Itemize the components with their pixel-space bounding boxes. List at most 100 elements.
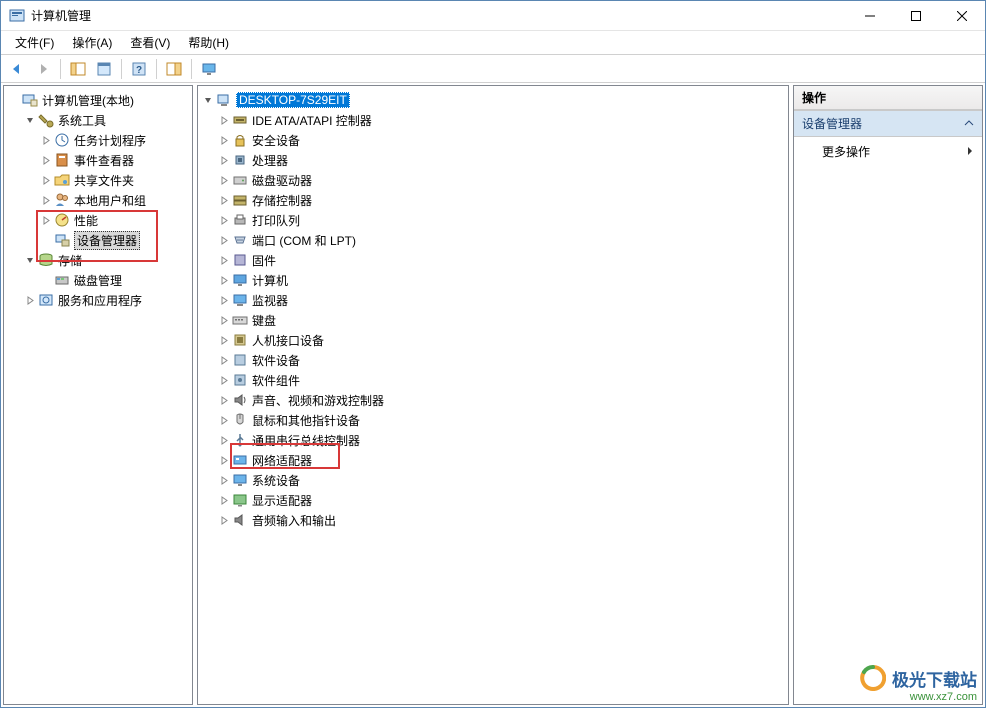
menu-view[interactable]: 查看(V) bbox=[122, 32, 178, 53]
monitor-button[interactable] bbox=[197, 58, 221, 80]
tree-task-scheduler[interactable]: 任务计划程序 bbox=[6, 130, 190, 150]
tree-disk-management[interactable]: 磁盘管理 bbox=[6, 270, 190, 290]
tree-label: 任务计划程序 bbox=[74, 132, 146, 149]
hid-icon bbox=[232, 332, 248, 348]
expand-icon[interactable] bbox=[216, 492, 232, 508]
more-actions[interactable]: 更多操作 bbox=[794, 137, 982, 166]
expand-icon[interactable] bbox=[216, 292, 232, 308]
tree-label: 存储控制器 bbox=[252, 192, 312, 209]
device-keyboard[interactable]: 键盘 bbox=[200, 310, 786, 330]
tree-label: 设备管理器 bbox=[74, 231, 140, 250]
collapse-icon[interactable] bbox=[22, 252, 38, 268]
help-button[interactable]: ? bbox=[127, 58, 151, 80]
tools-icon bbox=[38, 112, 54, 128]
device-disk-drives[interactable]: 磁盘驱动器 bbox=[200, 170, 786, 190]
expand-icon[interactable] bbox=[216, 452, 232, 468]
properties-button[interactable] bbox=[92, 58, 116, 80]
expand-icon[interactable] bbox=[22, 292, 38, 308]
expand-icon[interactable] bbox=[216, 272, 232, 288]
expand-icon[interactable] bbox=[216, 132, 232, 148]
menu-help[interactable]: 帮助(H) bbox=[180, 32, 237, 53]
expand-icon[interactable] bbox=[38, 132, 54, 148]
expand-icon[interactable] bbox=[216, 312, 232, 328]
tree-label: 网络适配器 bbox=[252, 452, 312, 469]
device-sound[interactable]: 声音、视频和游戏控制器 bbox=[200, 390, 786, 410]
collapse-icon bbox=[964, 117, 974, 131]
expand-icon[interactable] bbox=[38, 192, 54, 208]
menu-action[interactable]: 操作(A) bbox=[64, 32, 120, 53]
tree-device-manager[interactable]: 设备管理器 bbox=[6, 230, 190, 250]
device-ports[interactable]: 端口 (COM 和 LPT) bbox=[200, 230, 786, 250]
collapse-icon[interactable] bbox=[200, 92, 216, 108]
device-processor[interactable]: 处理器 bbox=[200, 150, 786, 170]
expand-icon[interactable] bbox=[216, 412, 232, 428]
menubar: 文件(F) 操作(A) 查看(V) 帮助(H) bbox=[1, 31, 985, 55]
device-soft-dev[interactable]: 软件设备 bbox=[200, 350, 786, 370]
storage-ctrl-icon bbox=[232, 192, 248, 208]
expand-icon[interactable] bbox=[38, 172, 54, 188]
tree-label: 系统工具 bbox=[58, 112, 106, 129]
expand-icon[interactable] bbox=[216, 512, 232, 528]
tree-label: 系统设备 bbox=[252, 472, 300, 489]
expand-icon[interactable] bbox=[216, 372, 232, 388]
expand-icon[interactable] bbox=[216, 152, 232, 168]
device-usb[interactable]: 通用串行总线控制器 bbox=[200, 430, 786, 450]
device-soft-comp[interactable]: 软件组件 bbox=[200, 370, 786, 390]
collapse-icon[interactable] bbox=[22, 112, 38, 128]
soft-dev-icon bbox=[232, 352, 248, 368]
device-system-dev[interactable]: 系统设备 bbox=[200, 470, 786, 490]
tree-label: DESKTOP-7S29EIT bbox=[236, 92, 350, 108]
menu-file[interactable]: 文件(F) bbox=[7, 32, 62, 53]
device-computer[interactable]: 计算机 bbox=[200, 270, 786, 290]
expand-icon[interactable] bbox=[216, 352, 232, 368]
device-mouse[interactable]: 鼠标和其他指针设备 bbox=[200, 410, 786, 430]
expand-icon[interactable] bbox=[38, 152, 54, 168]
expand-icon[interactable] bbox=[216, 332, 232, 348]
tree-shared-folders[interactable]: 共享文件夹 bbox=[6, 170, 190, 190]
actions-section[interactable]: 设备管理器 bbox=[794, 110, 982, 137]
device-monitor[interactable]: 监视器 bbox=[200, 290, 786, 310]
tree-system-tools[interactable]: 系统工具 bbox=[6, 110, 190, 130]
device-root[interactable]: DESKTOP-7S29EIT bbox=[200, 90, 786, 110]
tree-local-users[interactable]: 本地用户和组 bbox=[6, 190, 190, 210]
soft-comp-icon bbox=[232, 372, 248, 388]
device-audio-io[interactable]: 音频输入和输出 bbox=[200, 510, 786, 530]
tree-root[interactable]: 计算机管理(本地) bbox=[6, 90, 190, 110]
expand-icon[interactable] bbox=[216, 232, 232, 248]
tree-services-apps[interactable]: 服务和应用程序 bbox=[6, 290, 190, 310]
expand-icon[interactable] bbox=[216, 472, 232, 488]
device-network[interactable]: 网络适配器 bbox=[200, 450, 786, 470]
forward-button[interactable] bbox=[31, 58, 55, 80]
device-storage-ctrl[interactable]: 存储控制器 bbox=[200, 190, 786, 210]
expand-icon[interactable] bbox=[216, 112, 232, 128]
tree-storage[interactable]: 存储 bbox=[6, 250, 190, 270]
expand-icon[interactable] bbox=[38, 212, 54, 228]
device-hid[interactable]: 人机接口设备 bbox=[200, 330, 786, 350]
monitor-icon bbox=[232, 292, 248, 308]
device-firmware[interactable]: 固件 bbox=[200, 250, 786, 270]
maximize-button[interactable] bbox=[893, 1, 939, 30]
expand-icon[interactable] bbox=[216, 212, 232, 228]
back-button[interactable] bbox=[5, 58, 29, 80]
expand-icon[interactable] bbox=[216, 252, 232, 268]
tree-event-viewer[interactable]: 事件查看器 bbox=[6, 150, 190, 170]
tree-performance[interactable]: 性能 bbox=[6, 210, 190, 230]
device-ide[interactable]: IDE ATA/ATAPI 控制器 bbox=[200, 110, 786, 130]
expand-icon[interactable] bbox=[216, 432, 232, 448]
section-label: 设备管理器 bbox=[802, 115, 862, 132]
tree-label: 计算机管理(本地) bbox=[42, 92, 134, 109]
tree-label: IDE ATA/ATAPI 控制器 bbox=[252, 112, 372, 129]
device-manager-icon bbox=[54, 232, 70, 248]
close-button[interactable] bbox=[939, 1, 985, 30]
device-print-queue[interactable]: 打印队列 bbox=[200, 210, 786, 230]
expand-icon[interactable] bbox=[216, 172, 232, 188]
view-options-button[interactable] bbox=[162, 58, 186, 80]
expand-icon[interactable] bbox=[216, 192, 232, 208]
watermark: 极光下载站 www.xz7.com bbox=[860, 665, 977, 703]
minimize-button[interactable] bbox=[847, 1, 893, 30]
expand-icon[interactable] bbox=[216, 392, 232, 408]
book-icon bbox=[54, 152, 70, 168]
show-hide-tree-button[interactable] bbox=[66, 58, 90, 80]
device-display[interactable]: 显示适配器 bbox=[200, 490, 786, 510]
device-security[interactable]: 安全设备 bbox=[200, 130, 786, 150]
